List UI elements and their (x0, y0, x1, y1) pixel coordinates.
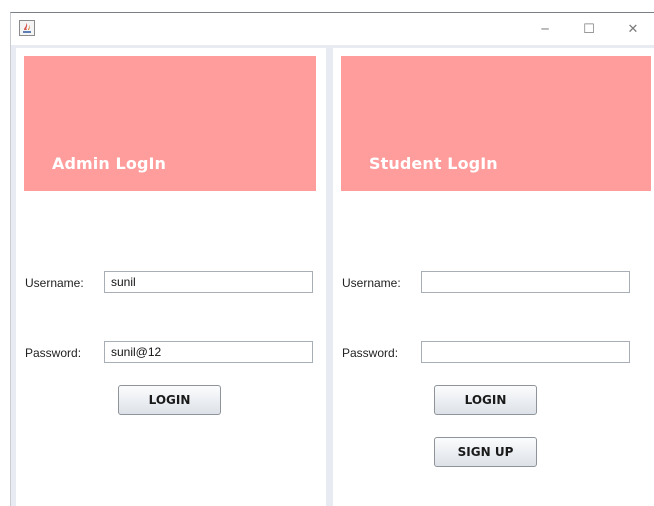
close-icon: ✕ (627, 21, 639, 37)
close-button[interactable]: ✕ (611, 13, 654, 45)
student-login-panel: Student LogIn Username: Password: LOGIN … (333, 48, 654, 506)
student-login-button[interactable]: LOGIN (434, 385, 537, 415)
app-window: ─ ☐ ✕ Admin LogIn Username: sunil Passwo… (10, 12, 654, 506)
admin-username-input[interactable]: sunil (104, 271, 313, 293)
admin-username-label: Username: (25, 276, 84, 290)
admin-login-button[interactable]: LOGIN (118, 385, 221, 415)
student-username-input[interactable] (421, 271, 630, 293)
admin-password-input[interactable]: sunil@12 (104, 341, 313, 363)
content-area: Admin LogIn Username: sunil Password: su… (11, 45, 654, 506)
title-bar: ─ ☐ ✕ (11, 13, 654, 45)
student-username-label: Username: (342, 276, 401, 290)
maximize-button[interactable]: ☐ (567, 13, 611, 45)
minimize-icon: ─ (541, 22, 549, 36)
java-app-icon[interactable] (19, 20, 35, 36)
admin-login-title: Admin LogIn (52, 154, 167, 173)
student-password-label: Password: (342, 346, 399, 360)
student-password-input[interactable] (421, 341, 630, 363)
minimize-button[interactable]: ─ (523, 13, 567, 45)
maximize-icon: ☐ (583, 21, 595, 37)
admin-login-panel: Admin LogIn Username: sunil Password: su… (16, 48, 326, 506)
admin-password-label: Password: (25, 346, 82, 360)
student-header: Student LogIn (341, 56, 651, 191)
admin-header: Admin LogIn (24, 56, 316, 191)
student-login-title: Student LogIn (369, 154, 498, 173)
student-signup-button[interactable]: SIGN UP (434, 437, 537, 467)
